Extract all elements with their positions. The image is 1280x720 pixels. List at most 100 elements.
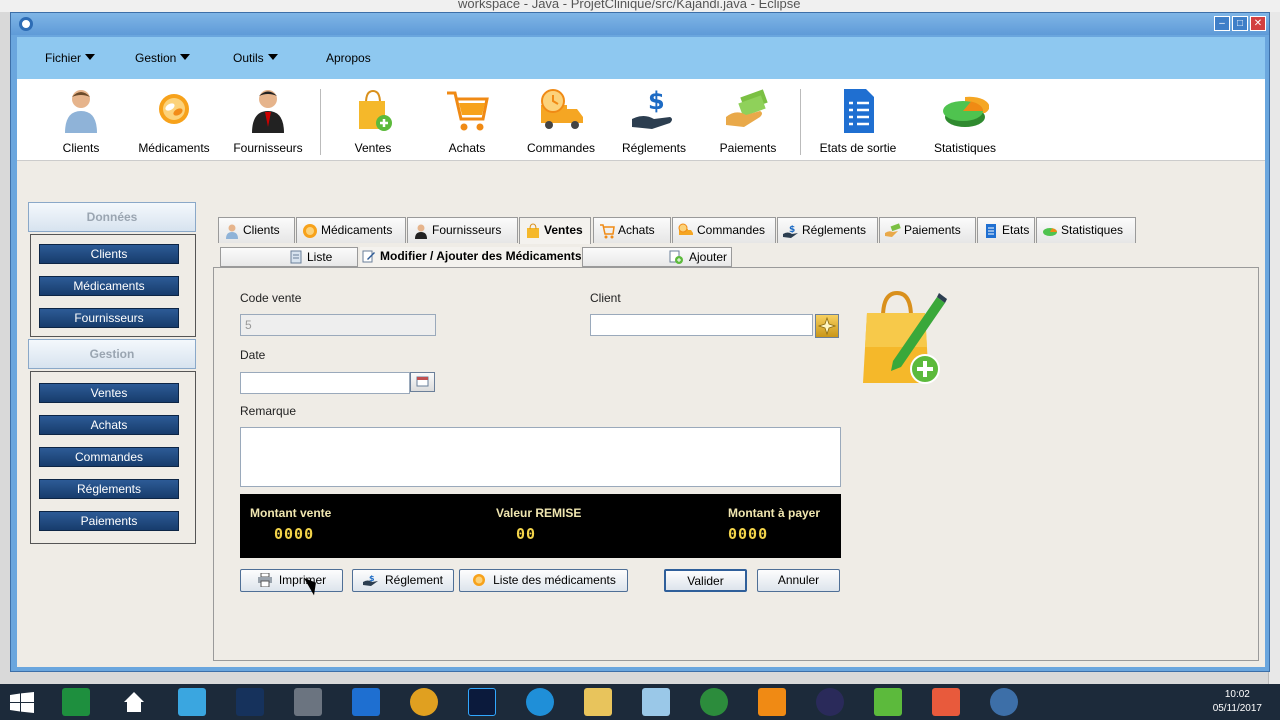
subtab-ajouter[interactable]: Ajouter [582,247,732,267]
sidebar-section-gestion[interactable]: Gestion [28,339,196,369]
tab-medicaments[interactable]: Médicaments [296,217,406,243]
tab-commandes[interactable]: Commandes [672,217,776,243]
sidebar-item-achats[interactable]: Achats [39,415,179,435]
sidebar-item-commandes[interactable]: Commandes [39,447,179,467]
tab-ventes[interactable]: Ventes [519,217,591,244]
internet-explorer-taskbar-icon[interactable] [526,688,554,716]
annuler-button[interactable]: Annuler [757,569,840,592]
imprimer-button[interactable]: Imprimer [240,569,343,592]
sale-edit-bag-icon [863,290,947,384]
toolbar-ventes-button[interactable]: Ventes [323,79,423,161]
taskbar-clock[interactable]: 10:02 05/11/2017 [1213,688,1262,716]
remarque-textarea[interactable] [240,427,841,487]
subtab-modifier-ajouter[interactable]: Modifier / Ajouter des Médicaments [360,247,582,267]
shopping-bag-icon [359,89,392,131]
title-bar: – □ ✕ [11,13,1269,35]
security-taskbar-icon[interactable] [294,688,322,716]
code-vente-label: Code vente [240,291,302,305]
valeur-remise-value: 00 [516,525,537,543]
home-taskbar-icon[interactable] [120,688,148,716]
dollar-hand-icon: $ [783,225,798,238]
toolbar-fournisseurs-button[interactable]: Fournisseurs [218,79,318,161]
toolbar-paiements-button[interactable]: Paiements [698,79,798,161]
lenovo-taskbar-icon[interactable] [236,688,264,716]
toolbar-medicaments-button[interactable]: Médicaments [124,79,224,161]
subtab-liste[interactable]: Liste [220,247,358,267]
search-star-icon [817,316,837,336]
tab-fournisseurs[interactable]: Fournisseurs [407,217,518,243]
toolbar-clients-button[interactable]: Clients [31,79,131,161]
store-taskbar-icon[interactable] [178,688,206,716]
java-app-taskbar-icon[interactable] [990,688,1018,716]
delivery-truck-icon [678,223,693,235]
client-field[interactable] [590,314,813,336]
minimize-button[interactable]: – [1214,16,1230,31]
menu-apropos[interactable]: Apropos [326,51,371,65]
menu-outils[interactable]: Outils [233,51,278,65]
tab-reglements[interactable]: $ Réglements [777,217,878,243]
shopping-bag-icon [527,223,539,238]
toolbar-achats-button[interactable]: Achats [417,79,517,161]
medicine-icon [159,94,189,124]
document-list-icon [986,224,996,238]
windows-taskbar: 10:02 05/11/2017 [0,684,1280,720]
client-search-button[interactable] [815,314,839,338]
maximize-button[interactable]: □ [1232,16,1248,31]
close-button[interactable]: ✕ [1250,16,1266,31]
toolbar-commandes-button[interactable]: Commandes [511,79,611,161]
money-hand-icon [885,223,901,237]
menu-fichier[interactable]: Fichier [45,51,96,65]
remarque-label: Remarque [240,404,297,418]
tab-achats[interactable]: Achats [593,217,671,243]
maxthon-taskbar-icon[interactable] [352,688,380,716]
main-toolbar: Clients Médicaments Fournisseurs Ventes … [17,79,1265,161]
windows-start-icon[interactable] [10,692,34,714]
printer-icon [257,573,272,587]
date-field[interactable] [240,372,410,394]
chevron-down-icon [180,54,191,60]
sidebar-item-clients[interactable]: Clients [39,244,179,264]
toolbar-statistiques-button[interactable]: Statistiques [915,79,1015,161]
photoshop-taskbar-icon[interactable] [468,688,496,716]
file-explorer-taskbar-icon[interactable] [584,688,612,716]
valeur-remise-label: Valeur REMISE [496,506,582,520]
camtasia-green-taskbar-icon[interactable] [874,688,902,716]
add-document-icon [669,250,683,264]
sidebar-section-donnees[interactable]: Données [28,202,196,232]
sidebar-gestion-box: Ventes Achats Commandes Réglements Paiem… [30,371,196,544]
date-picker-button[interactable] [410,372,435,392]
chevron-down-icon [85,54,96,60]
tab-paiements[interactable]: Paiements [879,217,976,243]
sidebar-item-reglements[interactable]: Réglements [39,479,179,499]
client-label: Client [590,291,621,305]
notes-taskbar-icon[interactable] [642,688,670,716]
sidebar-item-paiements[interactable]: Paiements [39,511,179,531]
camtasia-red-taskbar-icon[interactable] [932,688,960,716]
tab-statistiques[interactable]: Statistiques [1036,217,1136,243]
pie-chart-icon [1043,228,1057,236]
excel-taskbar-icon[interactable] [62,688,90,716]
edit-pencil-icon [362,250,375,263]
vlc-taskbar-icon[interactable] [758,688,786,716]
supplier-person-icon [252,90,284,133]
sidebar-item-ventes[interactable]: Ventes [39,383,179,403]
valider-button[interactable]: Valider [664,569,747,592]
reglement-button[interactable]: $ Réglement [352,569,454,592]
pharmacy-app-window: – □ ✕ Fichier Gestion Outils Apropos Cli… [10,12,1270,672]
app-client-area: Fichier Gestion Outils Apropos Clients M… [17,37,1265,667]
document-icon [290,250,302,264]
globe-taskbar-icon[interactable] [700,688,728,716]
code-vente-field[interactable] [240,314,436,336]
eclipse-taskbar-icon[interactable] [816,688,844,716]
tab-clients[interactable]: Clients [218,217,295,243]
liste-medicaments-button[interactable]: Liste des médicaments [459,569,628,592]
chrome-taskbar-icon[interactable] [410,688,438,716]
medicine-icon [303,224,317,238]
cart-icon [447,91,489,131]
tab-etats[interactable]: Etats [977,217,1035,243]
menu-gestion[interactable]: Gestion [135,51,191,65]
toolbar-etats-button[interactable]: Etats de sortie [808,79,908,161]
sidebar-item-medicaments[interactable]: Médicaments [39,276,179,296]
toolbar-reglements-button[interactable]: $ Réglements [604,79,704,161]
sidebar-item-fournisseurs[interactable]: Fournisseurs [39,308,179,328]
